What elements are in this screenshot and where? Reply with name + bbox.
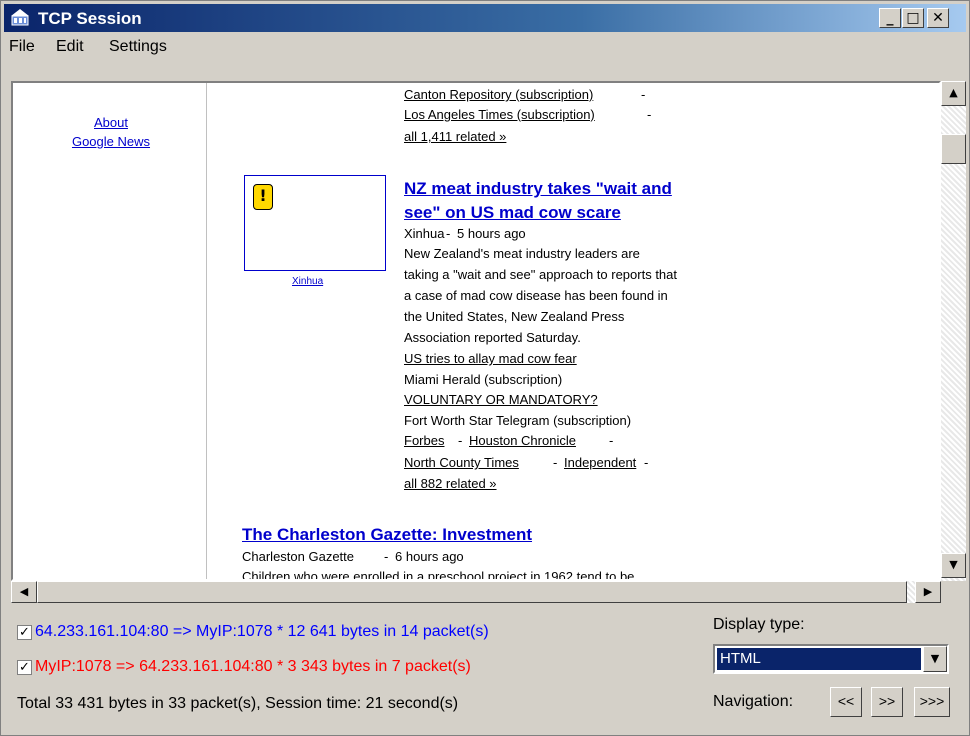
html-view[interactable]: About Google News Canton Repository (sub… [11,81,941,581]
article-body-line: a case of mad cow disease has been found… [404,288,668,303]
article-body-line: New Zealand's meat industry leaders are [404,246,640,261]
article-headline[interactable]: NZ meat industry takes "wait and [404,179,672,199]
menu-settings[interactable]: Settings [109,38,167,56]
article-body-line: the United States, New Zealand Press [404,309,625,324]
related-article-link[interactable]: VOLUNTARY OR MANDATORY? [404,392,598,407]
all-related-link[interactable]: all 1,411 related » [404,129,506,144]
article-age: 5 hours ago [457,226,526,241]
title-bar[interactable]: TCP Session _ □ ✕ [4,4,966,32]
article-headline-cont[interactable]: see" on US mad cow scare [404,203,621,223]
dropdown-arrow-icon[interactable]: ▼ [923,646,947,672]
source-link-forbes[interactable]: Forbes [404,433,444,448]
tcp-session-window: TCP Session _ □ ✕ File Edit Settings Abo… [0,0,970,736]
related-link[interactable]: Canton Repository (subscription) [404,87,593,102]
warning-icon: ! [253,184,273,210]
scroll-left-button[interactable]: ◀ [11,581,37,603]
scroll-down-button[interactable]: ▼ [941,553,966,578]
source-link-independent[interactable]: Independent [564,455,636,470]
app-icon [11,9,29,26]
nav-first-button[interactable]: << [830,687,862,717]
nav-last-button[interactable]: >>> [914,687,950,717]
vertical-scroll-thumb[interactable] [941,134,966,164]
scroll-up-button[interactable]: ▲ [941,81,966,106]
minimize-button[interactable]: _ [879,8,901,28]
article-headline[interactable]: The Charleston Gazette: Investment [242,525,532,545]
about-link[interactable]: About [61,115,161,130]
source-link-north-county[interactable]: North County Times [404,455,519,470]
article-source: Charleston Gazette [242,549,355,564]
incoming-checkbox[interactable]: ✓ [17,625,32,640]
menu-bar: File Edit Settings [4,34,966,60]
article-body-line: Children who were enrolled in a preschoo… [242,569,635,581]
separator: - [644,455,649,470]
separator: - [458,433,463,448]
menu-edit[interactable]: Edit [56,38,84,56]
related-article-link[interactable]: US tries to allay mad cow fear [404,351,577,366]
column-divider [206,83,207,579]
nav-next-button[interactable]: >> [871,687,903,717]
navigation-label: Navigation: [713,693,794,710]
image-caption[interactable]: Xinhua [292,276,323,287]
google-news-link[interactable]: Google News [61,134,161,149]
related-article-source: Miami Herald (subscription) [404,372,563,387]
window-title: TCP Session [38,9,142,28]
total-stats: Total 33 431 bytes in 33 packet(s), Sess… [17,695,459,712]
menu-file[interactable]: File [9,38,35,56]
outgoing-stats: MyIP:1078 => 64.233.161.104:80 * 3 343 b… [35,658,471,675]
outgoing-checkbox[interactable]: ✓ [17,660,32,675]
display-type-value: HTML [717,648,921,670]
display-type-select[interactable]: HTML ▼ [713,644,949,674]
article-age: 6 hours ago [395,549,464,564]
article-body-line: Association reported Saturday. [404,330,581,345]
news-image[interactable]: ! [244,175,386,271]
separator: - [384,549,389,564]
all-related-link[interactable]: all 882 related » [404,476,497,491]
article-body-line: taking a "wait and see" approach to repo… [404,267,678,282]
related-link[interactable]: Los Angeles Times (subscription) [404,107,595,122]
article-source: Xinhua [404,226,445,241]
incoming-stats: 64.233.161.104:80 => MyIP:1078 * 12 641 … [35,623,489,640]
related-article-source: Fort Worth Star Telegram (subscription) [404,413,632,428]
source-link-houston-chronicle[interactable]: Houston Chronicle [469,433,576,448]
separator: - [446,226,451,241]
separator: - [609,433,614,448]
horizontal-scroll-thumb[interactable] [37,581,907,603]
display-type-label: Display type: [713,616,805,633]
maximize-button[interactable]: □ [902,8,924,28]
separator: - [553,455,558,470]
separator: - [647,107,652,122]
scroll-right-button[interactable]: ▶ [915,581,941,603]
separator: - [641,87,646,102]
close-button[interactable]: ✕ [927,8,949,28]
